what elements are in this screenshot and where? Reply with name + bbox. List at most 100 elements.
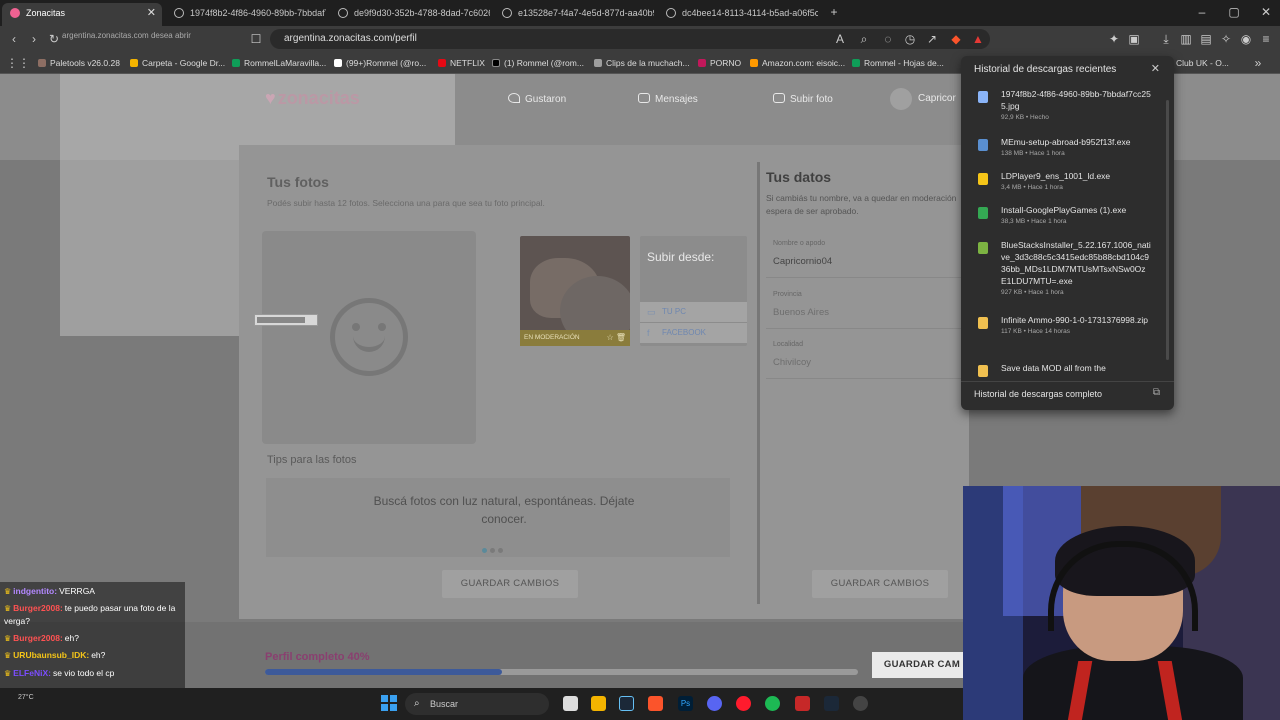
nav-gustaron[interactable]: Gustaron (508, 93, 566, 105)
bookmark-clips[interactable]: Clips de la muchach... (594, 56, 690, 70)
tab-zonacitas[interactable]: Zonacitas ✕ (2, 3, 162, 26)
photoshop-icon[interactable]: Ps (678, 696, 693, 711)
back-icon[interactable]: ‹ (6, 31, 22, 47)
save-bottom-button[interactable]: GUARDAR CAM (872, 652, 972, 678)
bookmark-rommel-sheet[interactable]: RommelLaMaravilla... (232, 56, 326, 70)
spotify-icon[interactable] (765, 696, 780, 711)
nav-subir-foto[interactable]: Subir foto (773, 93, 833, 105)
file-explorer-icon[interactable] (591, 696, 606, 711)
file-icon (978, 365, 988, 377)
minimize-icon[interactable]: – (1194, 4, 1210, 20)
reload-icon[interactable]: ↻ (46, 31, 62, 47)
nav-profile[interactable]: Capricor (918, 93, 956, 104)
star-icon[interactable]: ☆ (606, 333, 613, 342)
share-icon[interactable]: ↗ (924, 31, 940, 47)
upload-from-facebook-button[interactable]: f FACEBOOK (640, 323, 747, 343)
bookmark-x[interactable]: (1) Rommel (@rom... (492, 56, 584, 70)
tab-download-1[interactable]: 1974f8b2-4f86-4960-89bb-7bbdaf7c (166, 3, 326, 26)
search-icon: ⌕ (414, 698, 420, 709)
weather-widget[interactable]: 27°C (18, 694, 34, 701)
bookmark-netflix[interactable]: NETFLIX (438, 56, 485, 70)
bookmark-paletools[interactable]: Paletools v26.0.28 (38, 56, 120, 70)
close-window-icon[interactable]: ✕ (1258, 4, 1274, 20)
google-drive-icon (130, 59, 138, 67)
nickname-field[interactable]: Nombre o apodo Capricornio04 (766, 234, 962, 278)
tab-download-3[interactable]: e13528e7-f4a7-4e5d-877d-aa40b9 (494, 3, 654, 26)
tips-text: Buscá fotos con luz natural, espontáneas… (373, 494, 635, 526)
task-view-icon[interactable] (563, 696, 578, 711)
monitor-icon: ▭ (647, 307, 656, 317)
brave-icon[interactable] (648, 696, 663, 711)
downloads-scrollbar[interactable] (1166, 100, 1169, 360)
bookmark-folder[interactable]: PORNO (698, 56, 741, 70)
downloads-panel: Historial de descargas recientes ✕ 1974f… (961, 56, 1174, 410)
brave-shield-icon[interactable]: ◆ (948, 31, 964, 47)
globe-icon (174, 8, 184, 18)
chat-username[interactable]: ELFeNiX: (13, 668, 51, 678)
translate-icon[interactable]: A (832, 31, 848, 47)
chat-message: ♛ Burger2008: eh? (4, 632, 182, 645)
moderation-badge: EN MODERACIÓN ☆ 🗑 (520, 330, 630, 346)
valorant-icon[interactable] (795, 696, 810, 711)
tab-download-4[interactable]: dc4bee14-8113-4114-b5ad-a06f5c6 (658, 3, 818, 26)
obs-icon[interactable] (853, 696, 868, 711)
download-icon[interactable]: ⤓ (1158, 31, 1174, 47)
history-icon[interactable]: ◷ (902, 31, 918, 47)
zonacitas-favicon-icon (10, 8, 20, 18)
close-tab-icon[interactable]: ✕ (147, 3, 156, 23)
chat-username[interactable]: Burger2008: (13, 603, 63, 613)
ai-icon[interactable]: ✧ (1218, 31, 1234, 47)
opera-icon[interactable] (736, 696, 751, 711)
chat-username[interactable]: indgentito: (13, 586, 57, 596)
full-history-link[interactable]: Historial de descargas completo (974, 389, 1102, 399)
avatar[interactable] (890, 88, 912, 110)
forward-icon[interactable]: › (26, 31, 42, 47)
bookmark-google-drive[interactable]: Carpeta - Google Dr... (130, 56, 225, 70)
folder-icon (594, 59, 602, 67)
extensions-icon[interactable]: ✦ (1106, 31, 1122, 47)
download-meta: 92,9 KB • Hecho (1001, 114, 1049, 121)
profile-progress-fill (265, 669, 503, 675)
upload-from-pc-button[interactable]: ▭ TU PC (640, 302, 747, 322)
brave-rewards-icon[interactable]: ▲ (970, 31, 986, 47)
sidebar-icon[interactable]: ▥ (1178, 31, 1194, 47)
bookmark-icon[interactable]: ☐ (248, 31, 264, 47)
chat-username[interactable]: URUbaunsub_IDK: (13, 650, 89, 660)
vpn-icon[interactable]: ◉ (1238, 31, 1254, 47)
discord-icon[interactable] (707, 696, 722, 711)
locality-field[interactable]: Localidad Chivilcoy (766, 335, 962, 379)
save-data-button[interactable]: GUARDAR CAMBIOS (812, 570, 948, 598)
wallet-icon[interactable]: ▤ (1198, 31, 1214, 47)
new-tab-icon[interactable]: + (826, 4, 842, 20)
close-icon[interactable]: ✕ (1151, 62, 1160, 75)
search-icon[interactable]: ⌕ (856, 31, 872, 47)
taskbar-search[interactable]: ⌕ Buscar (405, 693, 549, 715)
save-photos-button[interactable]: GUARDAR CAMBIOS (442, 570, 578, 598)
more-bookmarks-icon[interactable]: » (1250, 55, 1266, 71)
tab-download-2[interactable]: de9f9d30-352b-4788-8dad-7c60269 (330, 3, 490, 26)
nav-mensajes[interactable]: Mensajes (638, 93, 698, 105)
steam-app-icon[interactable] (824, 696, 839, 711)
bookmark-rommel-hojas[interactable]: Rommel - Hojas de... (852, 56, 944, 70)
carousel-dots[interactable] (482, 540, 506, 558)
province-field[interactable]: Provincia Buenos Aires (766, 285, 962, 329)
chat-text: eh? (64, 633, 79, 643)
file-icon (978, 173, 988, 185)
windows-start-icon[interactable] (381, 695, 397, 711)
chat-text: eh? (91, 650, 106, 660)
bookmark-tiktok[interactable]: (99+)Rommel (@ro... (334, 56, 426, 70)
open-external-icon[interactable]: ⧉ (1153, 387, 1160, 398)
menu-icon[interactable]: ≡ (1258, 31, 1274, 47)
globe-icon (338, 8, 348, 18)
crown-badge-icon: ♛ (4, 651, 12, 660)
download-meta: 3,4 MB • Hace 1 hora (1001, 184, 1063, 191)
chat-username[interactable]: Burger2008: (13, 633, 63, 643)
bookmark-amazon[interactable]: Amazon.com: eisoic... (750, 56, 845, 70)
trash-icon[interactable]: 🗑 (616, 333, 626, 342)
eye-off-icon[interactable]: ◌ (880, 31, 896, 47)
steam-icon[interactable] (619, 696, 634, 711)
apps-grid-icon[interactable]: ⋮⋮ (6, 55, 30, 71)
maximize-icon[interactable]: ▢ (1226, 4, 1242, 20)
tab-search-icon[interactable]: ▣ (1126, 31, 1142, 47)
bookmark-dot-icon (698, 59, 706, 67)
